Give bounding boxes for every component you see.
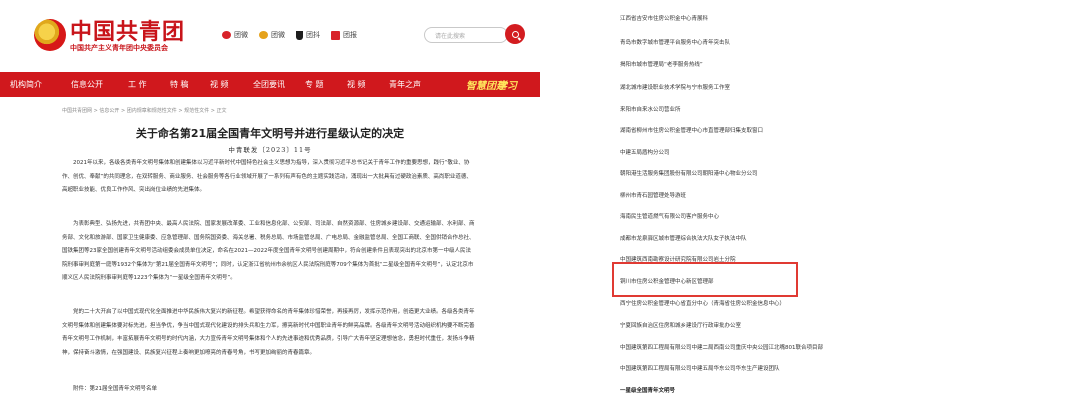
list-section-heading: 一星级全国青年文明号 <box>620 388 676 394</box>
nav-item-features[interactable]: 特 稿 <box>170 79 189 90</box>
social-link-douyin[interactable]: 团抖 <box>296 30 320 40</box>
weibo-icon <box>222 31 231 39</box>
social-link-label: 团抖 <box>306 31 320 39</box>
nav-item-work[interactable]: 工 作 <box>128 79 147 90</box>
social-link-label: 团微 <box>234 31 248 39</box>
list-item: 中国建筑第四工程局有限公司中建五局华东公司华东生产建设团队 <box>620 366 780 372</box>
nav-item-topics[interactable]: 专 题 <box>305 79 324 90</box>
nav-item-youth-voice[interactable]: 青年之声 <box>389 79 421 90</box>
cyl-emblem-logo[interactable] <box>34 19 66 51</box>
list-item: 来阳市自来水公司营业所 <box>620 107 681 113</box>
search-input[interactable]: 请在此搜索 <box>424 27 508 43</box>
list-item: 宁夏回族自治区住房和城乡建设厅行政审批办公室 <box>620 323 742 329</box>
name-list-screenshot: 江西省吉安市住房公积金中心青展科 青岛市数字城市管理平台服务中心青年突击队 揭阳… <box>540 0 1080 408</box>
website-screenshot: 中国共青团 中国共产主义青年团中央委员会 团微 团微 团抖 团报 请在此搜索 机… <box>0 0 540 408</box>
wechat-icon <box>259 31 268 39</box>
list-item: 江西省吉安市住房公积金中心青展科 <box>620 16 709 22</box>
social-link-label: 团微 <box>271 31 285 39</box>
social-links: 团微 团微 团抖 团报 <box>222 30 357 40</box>
list-item: 青岛市数字城市管理平台服务中心青年突击队 <box>620 40 731 46</box>
article-paragraph: 党的二十大开启了以中国式现代化全面推进中华民族伟大复兴的新征程。希望获得命名的青… <box>62 309 475 356</box>
social-link-label: 团报 <box>343 31 357 39</box>
list-item: 柳州市青石园管理处导游班 <box>620 193 687 199</box>
list-item: 湖南省柳州市住房公积金管理中心市直管理部归集支取窗口 <box>620 128 764 134</box>
social-link-wechat[interactable]: 团微 <box>259 30 285 40</box>
list-item: 成都市龙泉驿区城市管理综合执法大队女子执法中队 <box>620 236 747 242</box>
study-link[interactable]: 学习 <box>497 77 517 92</box>
list-item: 海南民生管道燃气有限公司客户服务中心 <box>620 214 720 220</box>
nav-item-video[interactable]: 视 频 <box>210 79 229 90</box>
search-button[interactable] <box>505 24 525 44</box>
main-nav: 机构简介 信息公开 工 作 特 稿 视 频 全团要讯 专 题 视 频 青年之声 … <box>0 72 540 97</box>
article-title: 关于命名第21届全国青年文明号并进行星级认定的决定 <box>135 127 405 140</box>
site-title[interactable]: 中国共青团 <box>70 14 185 46</box>
social-link-news[interactable]: 团报 <box>331 30 357 40</box>
social-link-weibo[interactable]: 团微 <box>222 30 248 40</box>
list-item: 西宁住房公积金管理中心省直分中心（青海省住房公积金信息中心） <box>620 301 786 307</box>
site-subtitle: 中国共产主义青年团中央委员会 <box>70 44 168 52</box>
annex-link[interactable]: 附件：第21届全国青年文明号名单 <box>73 384 157 392</box>
news-icon <box>331 30 340 40</box>
douyin-icon <box>296 30 303 40</box>
list-item: 中国建筑第四工程局有限公司中建二局西南公司重庆中央公园江北嘴801联合项目部 <box>620 345 824 351</box>
nav-item-news[interactable]: 全团要讯 <box>253 79 285 90</box>
list-item: 揭阳市城市管理局“老李服务热线” <box>620 62 703 68</box>
list-item: 朝阳港生活服务集团股份有限公司朝阳港中心物业分公司 <box>620 171 758 177</box>
list-item: 湖北城市建设职业技术学院与宁市服务工作室 <box>620 85 731 91</box>
highlight-annotation-box <box>612 262 798 297</box>
nav-item-video-2[interactable]: 视 频 <box>347 79 366 90</box>
search-icon <box>511 30 519 38</box>
document-number: 中青联发〔2023〕11号 <box>228 146 312 154</box>
nav-item-about[interactable]: 机构简介 <box>10 79 42 90</box>
nav-item-info[interactable]: 信息公开 <box>71 79 103 90</box>
breadcrumb[interactable]: 中国共青团网 > 信息公开 > 团内规章和规范性文件 > 规范性文件 > 正文 <box>62 107 226 114</box>
list-item: 中建五局盾构分公司 <box>620 150 670 156</box>
article-paragraph: 为表彰典型、弘扬先进，共青团中央、最高人民法院、国家发展改革委、工业和信息化部、… <box>62 221 475 281</box>
article-paragraph: 2021年以来，各级各类青年文明号集体和创建集体以习近平新时代中国特色社会主义思… <box>62 160 472 193</box>
